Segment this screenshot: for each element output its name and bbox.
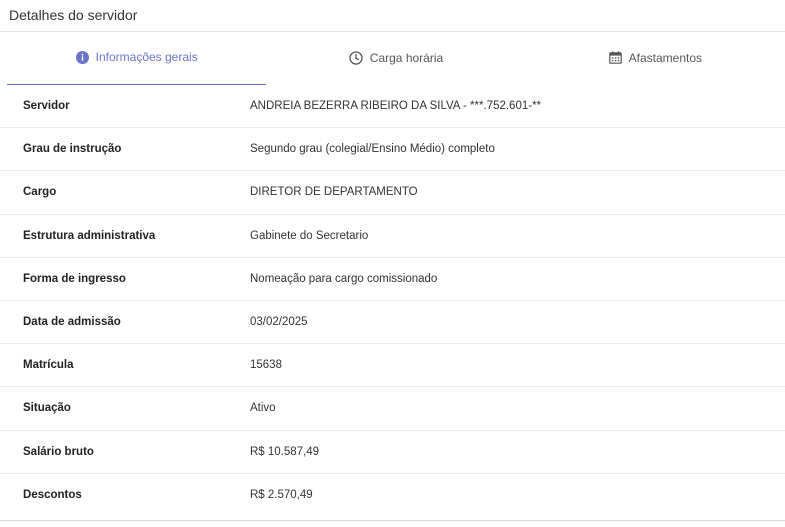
tab-label: Afastamentos [628, 50, 702, 65]
detail-value: Segundo grau (colegial/Ensino Médio) com… [250, 143, 495, 156]
calendar-icon [608, 51, 622, 64]
detail-label: Cargo [23, 186, 57, 199]
info-icon [75, 50, 89, 64]
detail-label: Grau de instrução [23, 143, 122, 156]
detail-value: R$ 10.587,49 [250, 445, 320, 458]
detail-value: Gabinete do Secretario [250, 229, 369, 242]
tab-label: Carga horária [369, 50, 444, 65]
detail-row-servidor: Servidor ANDREIA BEZERRA RIBEIRO DA SILV… [0, 85, 785, 129]
detail-value: Nomeação para cargo comissionado [250, 272, 438, 285]
detail-label: Situação [23, 402, 71, 415]
detail-label: Salário bruto [23, 445, 94, 458]
detail-label: Matrícula [23, 359, 74, 372]
detail-value: 03/02/2025 [250, 316, 308, 329]
detail-value: DIRETOR DE DEPARTAMENTO [250, 186, 418, 199]
detail-row-grau-de-instrucao: Grau de instrução Segundo grau (colegial… [0, 128, 785, 172]
details-list: Servidor ANDREIA BEZERRA RIBEIRO DA SILV… [0, 85, 785, 517]
server-details-panel: Detalhes do servidor Informações gerais … [0, 0, 785, 527]
detail-row-estrutura-administrativa: Estrutura administrativa Gabinete do Sec… [0, 215, 785, 258]
tab-label: Informações gerais [95, 50, 198, 64]
detail-value: R$ 2.570,49 [250, 489, 313, 502]
tab-bar: Informações gerais Carga horária Afastam… [0, 32, 785, 85]
tab-informacoes-gerais[interactable]: Informações gerais [7, 32, 267, 85]
clock-icon [349, 50, 363, 65]
tab-carga-horaria[interactable]: Carga horária [266, 32, 525, 85]
detail-label: Servidor [23, 100, 70, 113]
detail-label: Forma de ingresso [23, 272, 126, 285]
detail-row-matricula: Matrícula 15638 [0, 344, 785, 388]
detail-value: 15638 [250, 359, 282, 372]
detail-row-forma-de-ingresso: Forma de ingresso Nomeação para cargo co… [0, 258, 785, 301]
detail-label: Data de admissão [23, 316, 121, 329]
detail-row-salario-bruto: Salário bruto R$ 10.587,49 [0, 431, 785, 474]
detail-row-descontos: Descontos R$ 2.570,49 [0, 474, 785, 517]
detail-value: ANDREIA BEZERRA RIBEIRO DA SILVA - ***.7… [250, 100, 542, 113]
detail-label: Estrutura administrativa [23, 229, 156, 242]
detail-row-situacao: Situação Ativo [0, 387, 785, 431]
detail-row-data-de-admissao: Data de admissão 03/02/2025 [0, 301, 785, 345]
panel-bottom-border [0, 520, 785, 527]
panel-title: Detalhes do servidor [0, 0, 785, 32]
detail-value: Ativo [250, 402, 276, 415]
detail-label: Descontos [23, 489, 82, 502]
detail-row-cargo: Cargo DIRETOR DE DEPARTAMENTO [0, 171, 785, 215]
tab-afastamentos[interactable]: Afastamentos [526, 32, 785, 85]
